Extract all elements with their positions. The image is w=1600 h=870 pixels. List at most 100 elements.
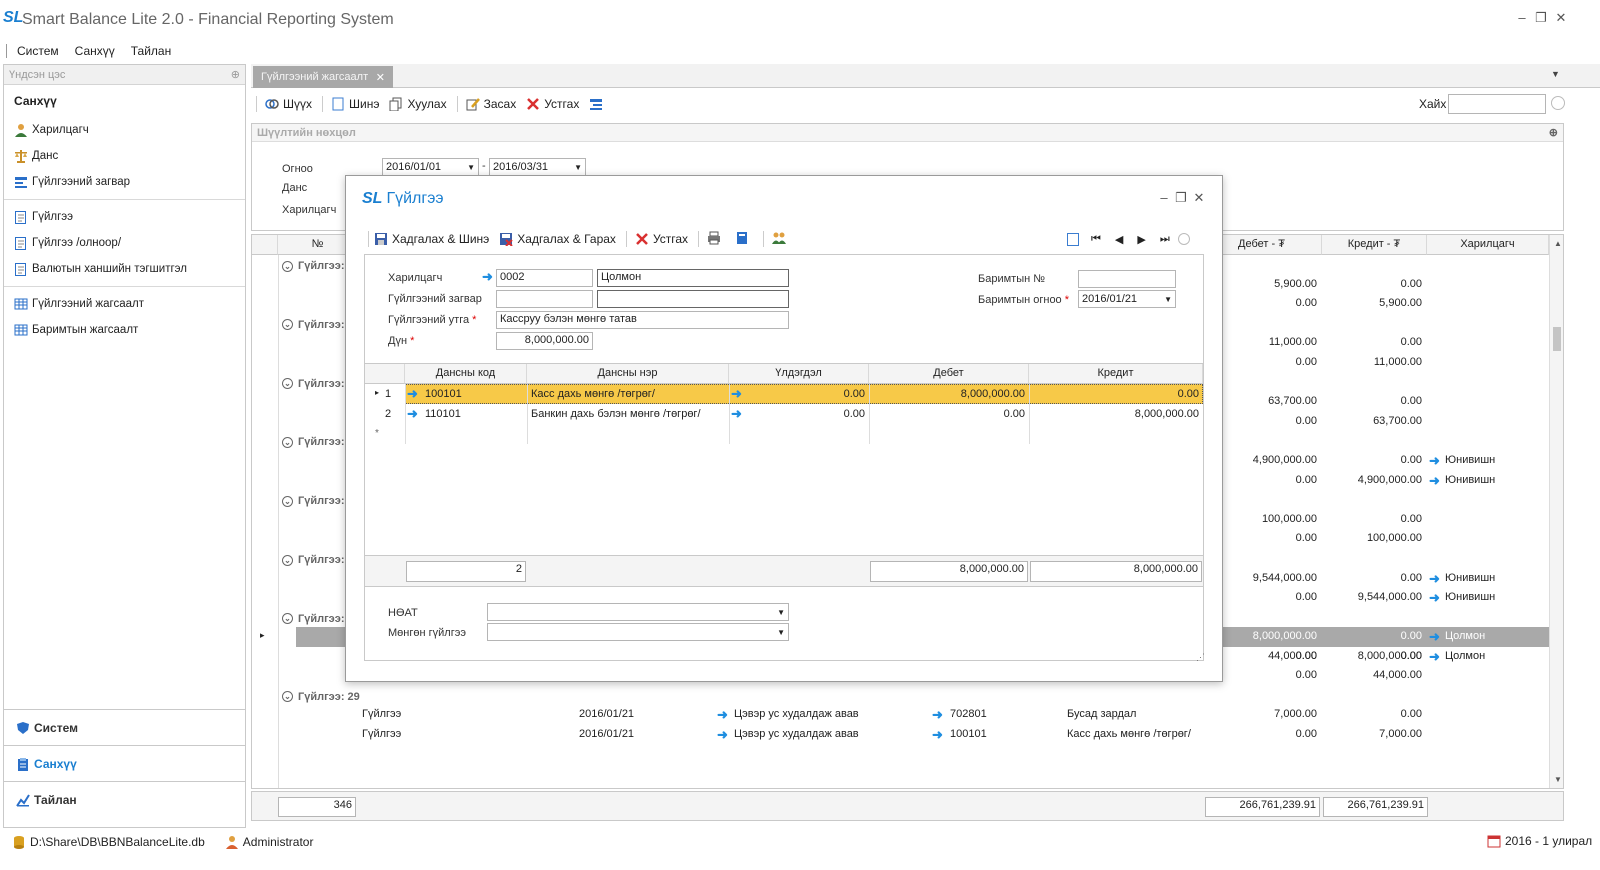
grid-scrollbar[interactable]: ▲ ▼ <box>1549 235 1563 788</box>
chevron-down-icon[interactable]: ▼ <box>777 628 785 637</box>
menu-system[interactable]: Систем <box>17 44 59 58</box>
group-row[interactable]: ⌄ Гүйлгээ: 29 <box>282 688 360 706</box>
partner-name-field[interactable]: Цолмон <box>597 269 789 287</box>
collapse-icon[interactable]: ⌄ <box>282 613 293 625</box>
collapse-icon[interactable]: ⌄ <box>282 436 293 448</box>
blank-doc-icon[interactable] <box>1067 232 1079 246</box>
save-close-button[interactable]: Хадгалах & Гарах <box>499 232 616 247</box>
save-new-button[interactable]: Хадгалах & Шинэ <box>374 232 489 246</box>
partner-code-field[interactable]: 0002 <box>496 269 593 287</box>
nav-item-fx-revaluation[interactable]: Валютын ханшийн тэгшитгэл <box>4 256 245 282</box>
copy-button[interactable]: Хуулах <box>389 97 447 112</box>
lines-header-credit[interactable]: Кредит <box>1029 364 1203 384</box>
period-indicator[interactable]: 2016 - 1 улирал <box>1487 834 1592 848</box>
template-code-field[interactable] <box>496 290 593 308</box>
chevron-down-icon[interactable]: ▼ <box>574 163 582 172</box>
grid-header-partner[interactable]: Харилцагч <box>1427 235 1549 255</box>
group-row[interactable]: ⌄ Гүйлгээ: <box>282 433 345 451</box>
tab-dropdown-icon[interactable]: ▼ <box>1551 69 1560 79</box>
edit-button[interactable]: Засах <box>466 97 516 111</box>
delete-button[interactable]: Устгах <box>526 97 579 111</box>
resize-grip-icon[interactable]: ⋰ <box>1196 652 1205 663</box>
dialog-restore-button[interactable]: ❐ <box>1173 190 1189 206</box>
close-button[interactable]: ✕ <box>1553 10 1569 26</box>
search-go-icon[interactable] <box>1551 96 1565 110</box>
pin-icon[interactable]: ⊕ <box>1549 126 1558 139</box>
line-balance[interactable]: 0.00 <box>745 408 865 420</box>
filter-date-to[interactable]: 2016/03/31 ▼ <box>489 158 586 176</box>
dialog-close-button[interactable]: ✕ <box>1191 190 1207 206</box>
tab-close-icon[interactable]: ✕ <box>376 71 385 84</box>
chevron-down-icon[interactable]: ▼ <box>467 163 475 172</box>
last-record-icon[interactable]: ⏭ <box>1160 233 1170 246</box>
line-credit[interactable]: 8,000,000.00 <box>1031 408 1199 420</box>
group-row[interactable]: ⌄ Гүйлгээ: <box>282 375 345 393</box>
cash-flow-select[interactable]: ▼ <box>487 623 789 641</box>
pin-icon[interactable]: ⊕ <box>231 68 240 81</box>
info-icon[interactable] <box>1177 233 1190 245</box>
collapse-icon[interactable]: ⌄ <box>282 495 293 507</box>
doc-date-field[interactable]: 2016/01/21 ▼ <box>1078 290 1176 308</box>
scroll-down-icon[interactable]: ▼ <box>1554 775 1562 784</box>
group-row[interactable]: ⌄ Гүйлгээ: <box>282 257 345 275</box>
nav-bottom-finance[interactable]: Санхүү <box>4 745 245 781</box>
line-account-code[interactable]: 100101 <box>425 388 525 400</box>
nav-item-document-list[interactable]: Баримтын жагсаалт <box>4 317 245 343</box>
chevron-down-icon[interactable]: ▼ <box>1164 295 1172 304</box>
first-record-icon[interactable]: ⏮ <box>1091 233 1101 246</box>
template-name-field[interactable] <box>597 290 789 308</box>
collapse-icon[interactable]: ⌄ <box>282 260 293 272</box>
print-button[interactable] <box>707 231 725 248</box>
line-account-name[interactable]: Банкин дахь бэлэн мөнгө /төгрөг/ <box>531 408 727 420</box>
group-row[interactable]: ⌄ Гүйлгээ: <box>282 492 345 510</box>
chevron-down-icon[interactable]: ▼ <box>777 608 785 617</box>
search-input[interactable] <box>1448 94 1546 114</box>
lines-header-balance[interactable]: Үлдэгдэл <box>729 364 869 384</box>
scroll-thumb[interactable] <box>1553 327 1561 351</box>
lines-header-code[interactable]: Дансны код <box>405 364 527 384</box>
line-debit[interactable]: 0.00 <box>871 408 1025 420</box>
users-button[interactable] <box>772 231 790 248</box>
restore-button[interactable]: ❐ <box>1533 10 1549 26</box>
group-row[interactable]: ⌄ Гүйлгээ: <box>282 610 345 628</box>
collapse-icon[interactable]: ⌄ <box>282 554 293 566</box>
group-row[interactable]: ⌄ Гүйлгээ: <box>282 551 345 569</box>
nav-bottom-system[interactable]: Систем <box>4 709 245 745</box>
nav-item-account[interactable]: Данс <box>4 143 245 169</box>
nav-item-bulk-transaction[interactable]: Гүйлгээ /олноор/ <box>4 230 245 256</box>
collapse-icon[interactable]: ⌄ <box>282 319 293 331</box>
lines-header-debit[interactable]: Дебет <box>869 364 1029 384</box>
dialog-delete-button[interactable]: Устгах <box>635 232 688 246</box>
line-debit[interactable]: 8,000,000.00 <box>871 388 1025 400</box>
prev-record-icon[interactable]: ◀ <box>1115 233 1123 246</box>
next-record-icon[interactable]: ▶ <box>1137 233 1145 246</box>
vat-select[interactable]: ▼ <box>487 603 789 621</box>
line-account-code[interactable]: 110101 <box>425 408 525 420</box>
line-account-name[interactable]: Касс дахь мөнгө /төгрөг/ <box>531 388 727 400</box>
menu-finance[interactable]: Санхүү <box>75 44 115 58</box>
collapse-icon[interactable]: ⌄ <box>282 378 293 390</box>
nav-item-partner[interactable]: Харилцагч <box>4 117 245 143</box>
grid-header-credit[interactable]: Кредит - ₮ <box>1322 235 1427 255</box>
lines-header-name[interactable]: Дансны нэр <box>527 364 729 384</box>
scroll-up-icon[interactable]: ▲ <box>1554 239 1562 248</box>
new-button[interactable]: Шинэ <box>331 97 379 111</box>
book-button[interactable] <box>735 231 753 248</box>
tab-transaction-list[interactable]: Гүйлгээний жагсаалт ✕ <box>253 66 393 88</box>
amount-field[interactable]: 8,000,000.00 <box>496 332 593 350</box>
filter-button[interactable]: Шүүх <box>265 97 312 111</box>
collapse-icon[interactable]: ⌄ <box>282 691 293 703</box>
filter-date-from[interactable]: 2016/01/01 ▼ <box>382 158 479 176</box>
new-row-marker[interactable]: * <box>375 428 379 439</box>
line-credit[interactable]: 0.00 <box>1031 388 1199 400</box>
menu-report[interactable]: Тайлан <box>131 44 171 58</box>
nav-item-transaction[interactable]: Гүйлгээ <box>4 204 245 230</box>
layout-button[interactable] <box>589 97 607 111</box>
nav-bottom-report[interactable]: Тайлан <box>4 781 245 817</box>
doc-no-field[interactable] <box>1078 270 1176 288</box>
dialog-minimize-button[interactable]: – <box>1156 190 1172 205</box>
line-balance[interactable]: 0.00 <box>745 388 865 400</box>
group-row[interactable]: ⌄ Гүйлгээ: <box>282 316 345 334</box>
nav-item-template[interactable]: Гүйлгээний загвар <box>4 169 245 195</box>
minimize-button[interactable]: – <box>1514 10 1530 25</box>
